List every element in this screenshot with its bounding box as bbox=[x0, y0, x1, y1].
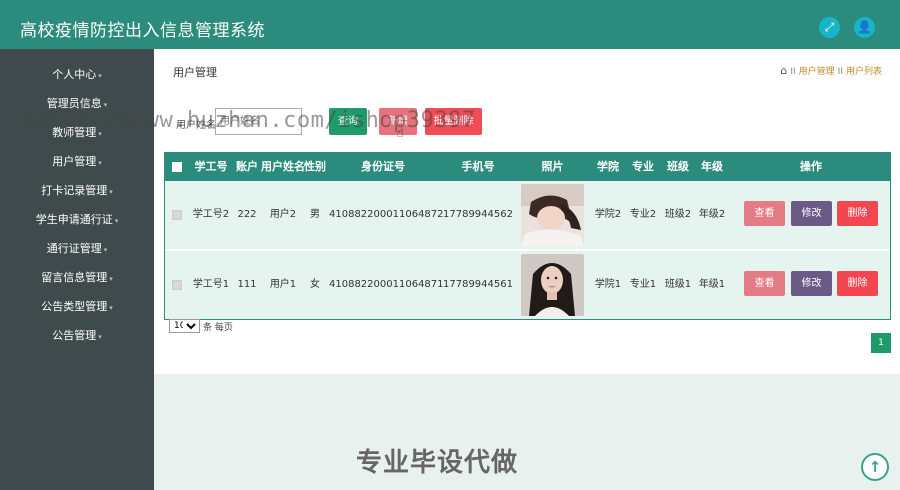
cell-account: 222 bbox=[237, 209, 257, 220]
delete-button[interactable]: 删除 bbox=[837, 271, 878, 296]
sidebar-item-pass[interactable]: 通行证管理 ▾ bbox=[0, 235, 154, 263]
chevron-down-icon: ▾ bbox=[109, 304, 113, 312]
cell-phone: 17789944561 bbox=[443, 279, 513, 290]
user-table: 学工号 账户 用户姓名 性别 身份证号 手机号 照片 学院 专业 班级 年级 操… bbox=[164, 152, 891, 320]
table-row: 学工号2 222 用户2 男 410882200011064872 177899… bbox=[165, 181, 890, 249]
cell-account: 111 bbox=[237, 279, 257, 290]
arrow-up-icon[interactable]: ↑ bbox=[861, 453, 889, 481]
cell-gender: 女 bbox=[310, 279, 320, 290]
view-button[interactable]: 查看 bbox=[744, 201, 785, 226]
chevron-down-icon: ▾ bbox=[98, 333, 102, 341]
edit-button[interactable]: 修改 bbox=[791, 271, 832, 296]
sidebar-item-users[interactable]: 用户管理 ▾ bbox=[0, 148, 154, 176]
app-title: 高校疫情防控出入信息管理系统 bbox=[20, 21, 265, 41]
sidebar-item-personal-center[interactable]: 个人中心 ▾ bbox=[0, 61, 154, 89]
row-checkbox[interactable] bbox=[172, 280, 182, 290]
cell-major: 专业2 bbox=[629, 209, 657, 220]
column-header: 学工号 bbox=[194, 160, 228, 173]
select-all-checkbox[interactable] bbox=[172, 162, 182, 172]
column-header: 身份证号 bbox=[361, 160, 405, 173]
cell-college: 学院2 bbox=[594, 209, 622, 220]
column-header: 账户 bbox=[236, 160, 258, 173]
cell-id-card: 410882200011064872 bbox=[329, 209, 444, 220]
cell-student-id: 学工号2 bbox=[192, 209, 230, 220]
page-size-select[interactable]: 10 bbox=[169, 319, 200, 333]
column-header: 年级 bbox=[701, 160, 723, 173]
chevron-down-icon: ▾ bbox=[109, 275, 113, 283]
sidebar-item-pass-apply[interactable]: 学生申请通行证 ▾ bbox=[0, 206, 154, 234]
cell-id-card: 410882200011064871 bbox=[329, 279, 444, 290]
column-header: 操作 bbox=[800, 160, 822, 173]
column-header: 性别 bbox=[304, 160, 326, 173]
row-checkbox[interactable] bbox=[172, 210, 182, 220]
chevron-down-icon: ▾ bbox=[114, 217, 119, 225]
lower-area bbox=[154, 374, 900, 490]
page-size-label: 条 每页 bbox=[203, 323, 233, 333]
column-header: 学院 bbox=[597, 160, 619, 173]
view-button[interactable]: 查看 bbox=[744, 271, 785, 296]
sidebar-item-checkin[interactable]: 打卡记录管理 ▾ bbox=[0, 177, 154, 205]
cell-name: 用户1 bbox=[269, 279, 297, 290]
fullscreen-icon[interactable]: ⤢ bbox=[819, 17, 840, 38]
delete-button[interactable]: 删除 bbox=[837, 201, 878, 226]
table-row: 学工号1 111 用户1 女 410882200011064871 177899… bbox=[165, 251, 890, 319]
column-header: 班级 bbox=[667, 160, 689, 173]
cell-major: 专业1 bbox=[629, 279, 657, 290]
breadcrumb-item[interactable]: 用户管理 bbox=[799, 67, 835, 77]
sidebar-item-notice-type[interactable]: 公告类型管理 ▾ bbox=[0, 293, 154, 321]
edit-button[interactable]: 修改 bbox=[791, 201, 832, 226]
cell-grade: 年级1 bbox=[698, 279, 726, 290]
breadcrumb: ⌂ II 用户管理 II 用户列表 bbox=[780, 64, 882, 77]
table-header: 学工号 账户 用户姓名 性别 身份证号 手机号 照片 学院 专业 班级 年级 操… bbox=[165, 153, 890, 181]
watermark-text: https://www.huzhan.com/ishop39397 bbox=[22, 108, 476, 133]
cell-phone: 17789944562 bbox=[443, 209, 513, 220]
sidebar-item-messages[interactable]: 留言信息管理 ▾ bbox=[0, 264, 154, 292]
chevron-down-icon: ▾ bbox=[109, 188, 113, 196]
cell-gender: 男 bbox=[310, 209, 320, 220]
cell-student-id: 学工号1 bbox=[192, 279, 230, 290]
column-header: 照片 bbox=[541, 160, 564, 173]
sidebar-item-notice[interactable]: 公告管理 ▾ bbox=[0, 322, 154, 350]
promo-text: 专业毕设代做 bbox=[356, 448, 519, 478]
cell-class: 班级1 bbox=[664, 279, 692, 290]
top-bar: 高校疫情防控出入信息管理系统 ⤢ 👤 bbox=[0, 0, 900, 49]
cell-college: 学院1 bbox=[594, 279, 622, 290]
user-photo bbox=[521, 254, 584, 316]
user-photo bbox=[521, 184, 584, 246]
chevron-down-icon: ▾ bbox=[98, 72, 102, 80]
cell-class: 班级2 bbox=[664, 209, 692, 220]
cell-name: 用户2 bbox=[269, 209, 297, 220]
breadcrumb-item: 用户列表 bbox=[845, 67, 882, 77]
page-title: 用户管理 bbox=[173, 66, 217, 79]
cell-grade: 年级2 bbox=[698, 209, 726, 220]
column-header: 手机号 bbox=[461, 160, 495, 173]
chevron-down-icon: ▾ bbox=[98, 159, 102, 167]
home-icon[interactable]: ⌂ bbox=[780, 64, 787, 77]
column-header: 专业 bbox=[632, 160, 654, 173]
column-header: 用户姓名 bbox=[261, 160, 305, 173]
user-icon[interactable]: 👤 bbox=[854, 17, 875, 38]
chevron-down-icon: ▾ bbox=[103, 246, 108, 254]
page-button-current[interactable]: 1 bbox=[871, 333, 891, 353]
